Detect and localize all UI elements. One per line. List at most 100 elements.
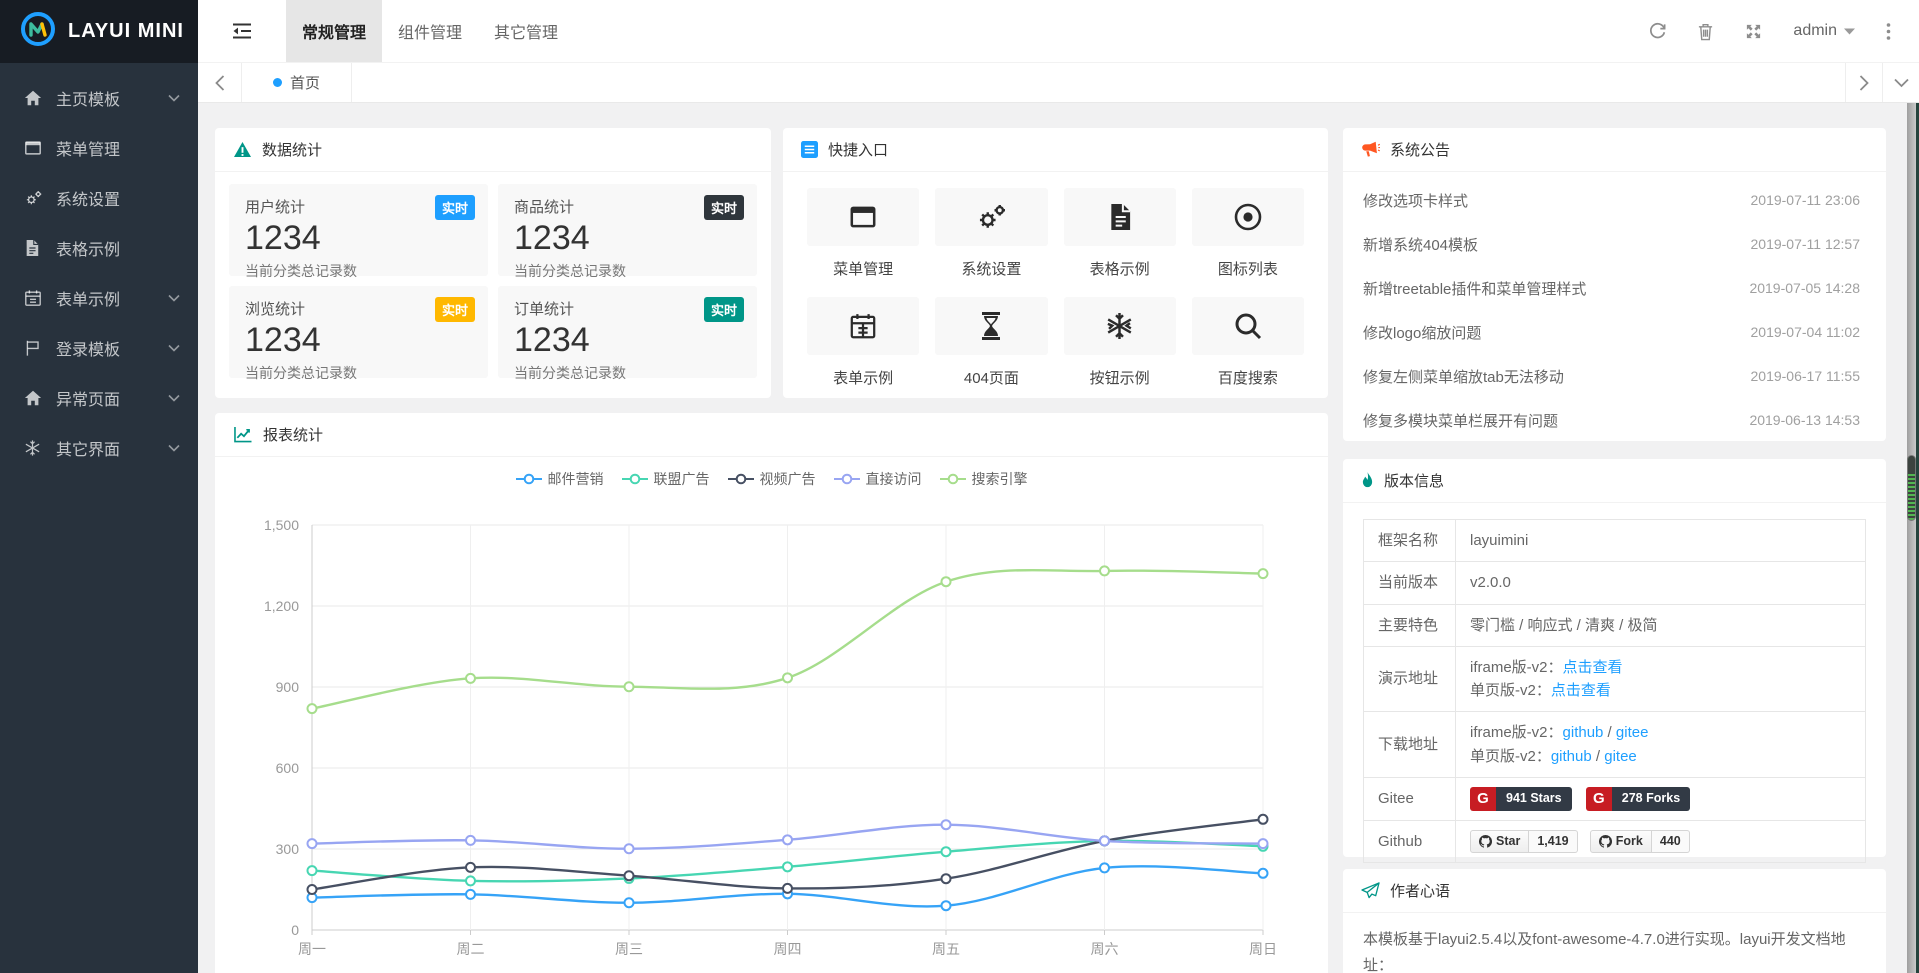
y-axis-tick-label: 1,500 [264, 517, 299, 533]
legend-item-邮件营销[interactable]: 邮件营销 [516, 469, 604, 489]
github-fork-badge[interactable]: Fork 440 [1590, 830, 1690, 853]
notice-item[interactable]: 修改logo缩放问题 2019-07-04 11:02 [1343, 310, 1886, 354]
legend-item-视频广告[interactable]: 视频广告 [728, 469, 816, 489]
user-menu[interactable]: admin [1777, 22, 1871, 40]
download-gitee-link[interactable]: gitee [1604, 748, 1637, 765]
sidebar-item-form-examples[interactable]: 表单示例 [0, 273, 198, 323]
data-point [625, 898, 634, 907]
gitee-stars-badge[interactable]: G 941 Stars [1470, 787, 1572, 811]
quick-item-buttons[interactable]: 按钮示例 [1064, 297, 1176, 388]
sidebar-item-other-ui[interactable]: 其它界面 [0, 423, 198, 473]
legend-item-搜索引擎[interactable]: 搜索引擎 [940, 469, 1028, 489]
scrollbar-track[interactable] [1907, 103, 1916, 973]
gitee-icon: G [1586, 787, 1612, 811]
data-point [466, 674, 475, 683]
tab-scroll-left-icon[interactable] [198, 63, 242, 102]
download-gitee-link[interactable]: gitee [1616, 724, 1649, 741]
download-github-link[interactable]: github [1563, 724, 1604, 741]
card-version-info: 版本信息 框架名称 layuimini 当前版本 v2.0.0 主要特色 零门槛… [1343, 459, 1886, 857]
sidebar-item-home-templates[interactable]: 主页模板 [0, 73, 198, 123]
notice-item[interactable]: 新增treetable插件和菜单管理样式 2019-07-05 14:28 [1343, 266, 1886, 310]
quick-item-settings[interactable]: 系统设置 [935, 188, 1047, 279]
notice-item[interactable]: 修复左侧菜单缩放tab无法移动 2019-06-17 11:55 [1343, 354, 1886, 398]
caret-down-icon [1844, 22, 1855, 40]
tab-home[interactable]: 首页 [242, 63, 352, 102]
header-tab-other[interactable]: 其它管理 [478, 0, 574, 62]
quick-item-form[interactable]: 表单示例 [807, 297, 919, 388]
top-header: 常规管理 组件管理 其它管理 [198, 0, 1919, 63]
chevron-down-icon [168, 344, 180, 352]
notice-item[interactable]: 新增系统404模板 2019-07-11 12:57 [1343, 222, 1886, 266]
notice-item[interactable]: 修改选项卡样式 2019-07-11 23:06 [1343, 178, 1886, 222]
status-badge: 实时 [435, 195, 475, 220]
fullscreen-icon[interactable] [1729, 0, 1777, 63]
card-data-statistics: 数据统计 用户统计 1234 当前分类总记录数 实时 商品统计 1234 当前分… [215, 128, 771, 398]
x-axis-tick-label: 周四 [774, 941, 802, 957]
quick-item-table[interactable]: 表格示例 [1064, 188, 1176, 279]
sidebar-item-table-examples[interactable]: 表格示例 [0, 223, 198, 273]
x-axis-tick-label: 周六 [1091, 941, 1119, 957]
quick-item-404[interactable]: 404页面 [935, 297, 1047, 388]
legend-item-直接访问[interactable]: 直接访问 [834, 469, 922, 489]
github-star-badge[interactable]: Star 1,419 [1470, 830, 1578, 853]
demo-spa-link[interactable]: 点击查看 [1551, 682, 1611, 699]
quick-item-icons[interactable]: 图标列表 [1192, 188, 1304, 279]
quick-item-baidu-search[interactable]: 百度搜索 [1192, 297, 1304, 388]
card-report-statistics: 报表统计 邮件营销联盟广告视频广告直接访问搜索引擎 03006009001,20… [215, 413, 1328, 973]
gitee-icon: G [1470, 787, 1496, 811]
sidebar-item-system-settings[interactable]: 系统设置 [0, 173, 198, 223]
header-tab-general[interactable]: 常规管理 [286, 0, 382, 62]
data-point [466, 863, 475, 872]
x-axis-tick-label: 周日 [1249, 941, 1277, 957]
sidebar-item-error-pages[interactable]: 异常页面 [0, 373, 198, 423]
data-point [1259, 815, 1268, 824]
tab-scroll-right-icon[interactable] [1845, 63, 1882, 102]
author-line1: 本模板基于layui2.5.4以及font-awesome-4.7.0进行实现。… [1363, 931, 1846, 973]
report-chart: 03006009001,2001,500周一周二周三周四周五周六周日 [215, 493, 1328, 973]
header-tab-components[interactable]: 组件管理 [382, 0, 478, 62]
chevron-down-icon [168, 394, 180, 402]
scrollbar-thumb[interactable] [1907, 455, 1916, 521]
data-point [1259, 569, 1268, 578]
demo-iframe-link[interactable]: 点击查看 [1563, 659, 1623, 676]
header-actions: admin [1633, 0, 1919, 62]
tab-operations-dropdown-icon[interactable] [1882, 63, 1919, 102]
clear-cache-icon[interactable] [1681, 0, 1729, 63]
github-icon [1599, 835, 1612, 848]
data-point [1259, 869, 1268, 878]
search-icon [1192, 297, 1304, 355]
data-point [308, 704, 317, 713]
logo[interactable]: LAYUI MINI [0, 0, 198, 63]
gears-icon [24, 189, 46, 207]
table-row: Gitee G 941 Stars G 278 Forks [1364, 777, 1866, 820]
bullhorn-icon [1361, 141, 1380, 158]
card-title-text: 数据统计 [262, 139, 322, 160]
download-github-link[interactable]: github [1551, 748, 1592, 765]
gitee-forks-badge[interactable]: G 278 Forks [1586, 787, 1690, 811]
sidebar-item-login-templates[interactable]: 登录模板 [0, 323, 198, 373]
calendar-icon [24, 289, 46, 307]
card-quick-entry: 快捷入口 菜单管理 [783, 128, 1328, 398]
legend-item-联盟广告[interactable]: 联盟广告 [622, 469, 710, 489]
more-menu-icon[interactable] [1871, 0, 1905, 63]
list-square-icon [801, 141, 818, 158]
data-point [942, 577, 951, 586]
data-point [308, 885, 317, 894]
paper-plane-icon [1361, 882, 1380, 899]
quick-item-menu[interactable]: 菜单管理 [807, 188, 919, 279]
file-text-icon [1064, 188, 1176, 246]
data-point [308, 839, 317, 848]
legend-marker [834, 473, 860, 485]
data-point [625, 682, 634, 691]
refresh-icon[interactable] [1633, 0, 1681, 63]
card-title-text: 系统公告 [1390, 139, 1450, 160]
flame-icon [1361, 472, 1374, 489]
sidebar-item-menu-management[interactable]: 菜单管理 [0, 123, 198, 173]
data-point [308, 866, 317, 875]
notice-item[interactable]: 修复多模块菜单栏展开有问题 2019-06-13 14:53 [1343, 398, 1886, 442]
hourglass-icon [935, 297, 1047, 355]
stat-box-users: 用户统计 1234 当前分类总记录数 实时 [229, 184, 488, 276]
flag-icon [24, 339, 46, 357]
collapse-sidebar-button[interactable] [198, 0, 286, 62]
data-point [466, 890, 475, 899]
